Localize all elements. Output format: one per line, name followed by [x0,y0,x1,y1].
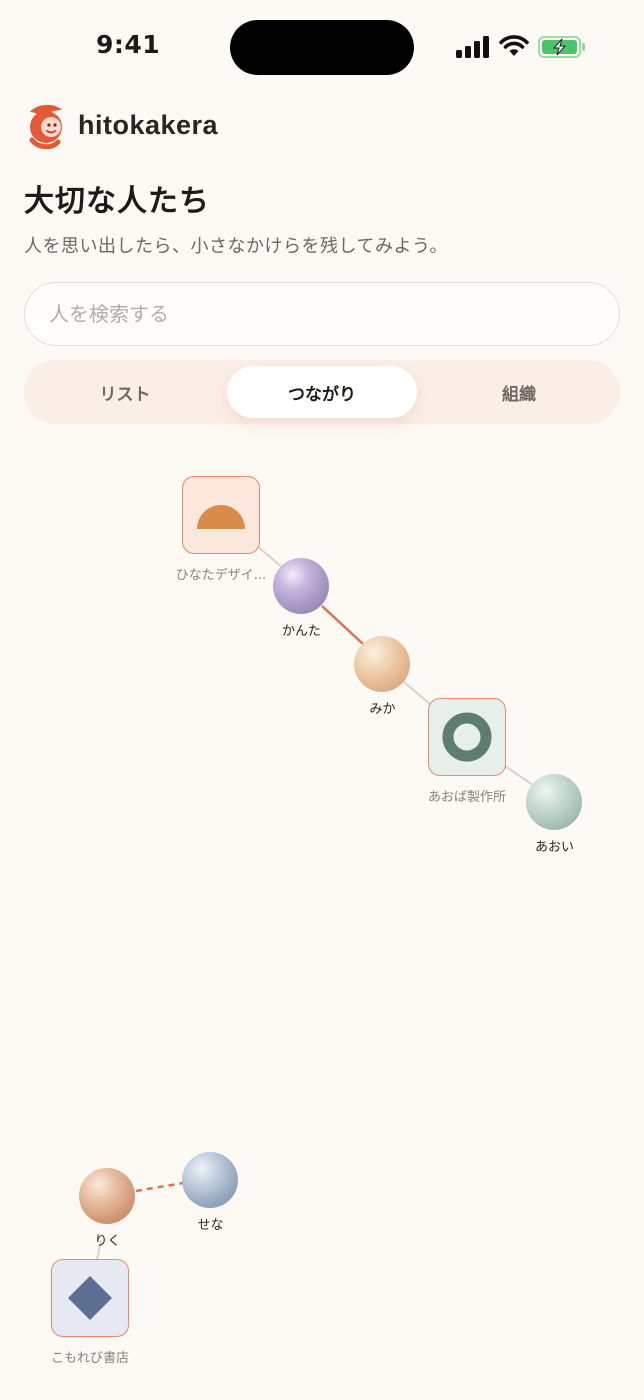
brand-name: hitokakera [78,110,219,140]
org-label-komorebi: こもれび書店 [50,1351,130,1366]
person-node-sena[interactable]: せな [182,1152,239,1233]
search-input[interactable] [49,283,589,345]
page-title: 大切な人たち [24,184,210,219]
dynamic-island [230,20,414,75]
relationship-graph[interactable]: ひなたデザイ... かんた みか あおば製作所 あおい せな りく こもれび書店 [0,440,644,1400]
person-node-mika[interactable]: みか [354,636,411,717]
wifi-icon [499,35,529,56]
edge-riku-sena [135,1181,184,1193]
person-avatar-mika [354,636,410,692]
diamond-icon [68,1276,112,1320]
person-avatar-riku [79,1168,135,1224]
hitokakera-logo-icon [29,104,62,150]
org-card-komorebi [51,1259,129,1337]
tab-connections[interactable]: つながり [227,366,417,418]
org-card-hinata [182,476,260,554]
person-avatar-sena [182,1152,238,1208]
tab-organizations[interactable]: 組織 [424,366,614,418]
org-node-hinata[interactable]: ひなたデザイ... [176,476,266,583]
person-node-kanta[interactable]: かんた [273,558,330,639]
person-avatar-kanta [273,558,329,614]
person-label-sena: せな [197,1218,224,1233]
battery-charging-icon [538,36,585,58]
person-label-mika: みか [369,702,396,717]
view-tabs: リスト つながり 組織 [24,360,620,424]
ring-icon [442,712,492,762]
search-field[interactable] [24,282,620,346]
person-label-kanta: かんた [281,624,322,639]
page-subtitle: 人を思い出したら、小さなかけらを残してみよう。 [24,236,448,257]
status-bar: 9:41 [0,0,644,96]
cellular-signal-icon [456,36,489,58]
org-node-komorebi[interactable]: こもれび書店 [51,1259,129,1366]
org-node-aoba[interactable]: あおば製作所 [428,698,506,805]
status-time: 9:41 [96,30,161,59]
person-label-aoi: あおい [534,840,575,855]
person-node-riku[interactable]: りく [79,1168,136,1249]
org-label-hinata: ひなたデザイ... [175,568,267,583]
org-card-aoba [428,698,506,776]
half-circle-icon [197,505,245,529]
person-avatar-aoi [526,774,582,830]
org-label-aoba: あおば製作所 [427,790,507,805]
person-label-riku: りく [94,1234,121,1249]
person-node-aoi[interactable]: あおい [526,774,583,855]
tab-list[interactable]: リスト [30,366,220,418]
